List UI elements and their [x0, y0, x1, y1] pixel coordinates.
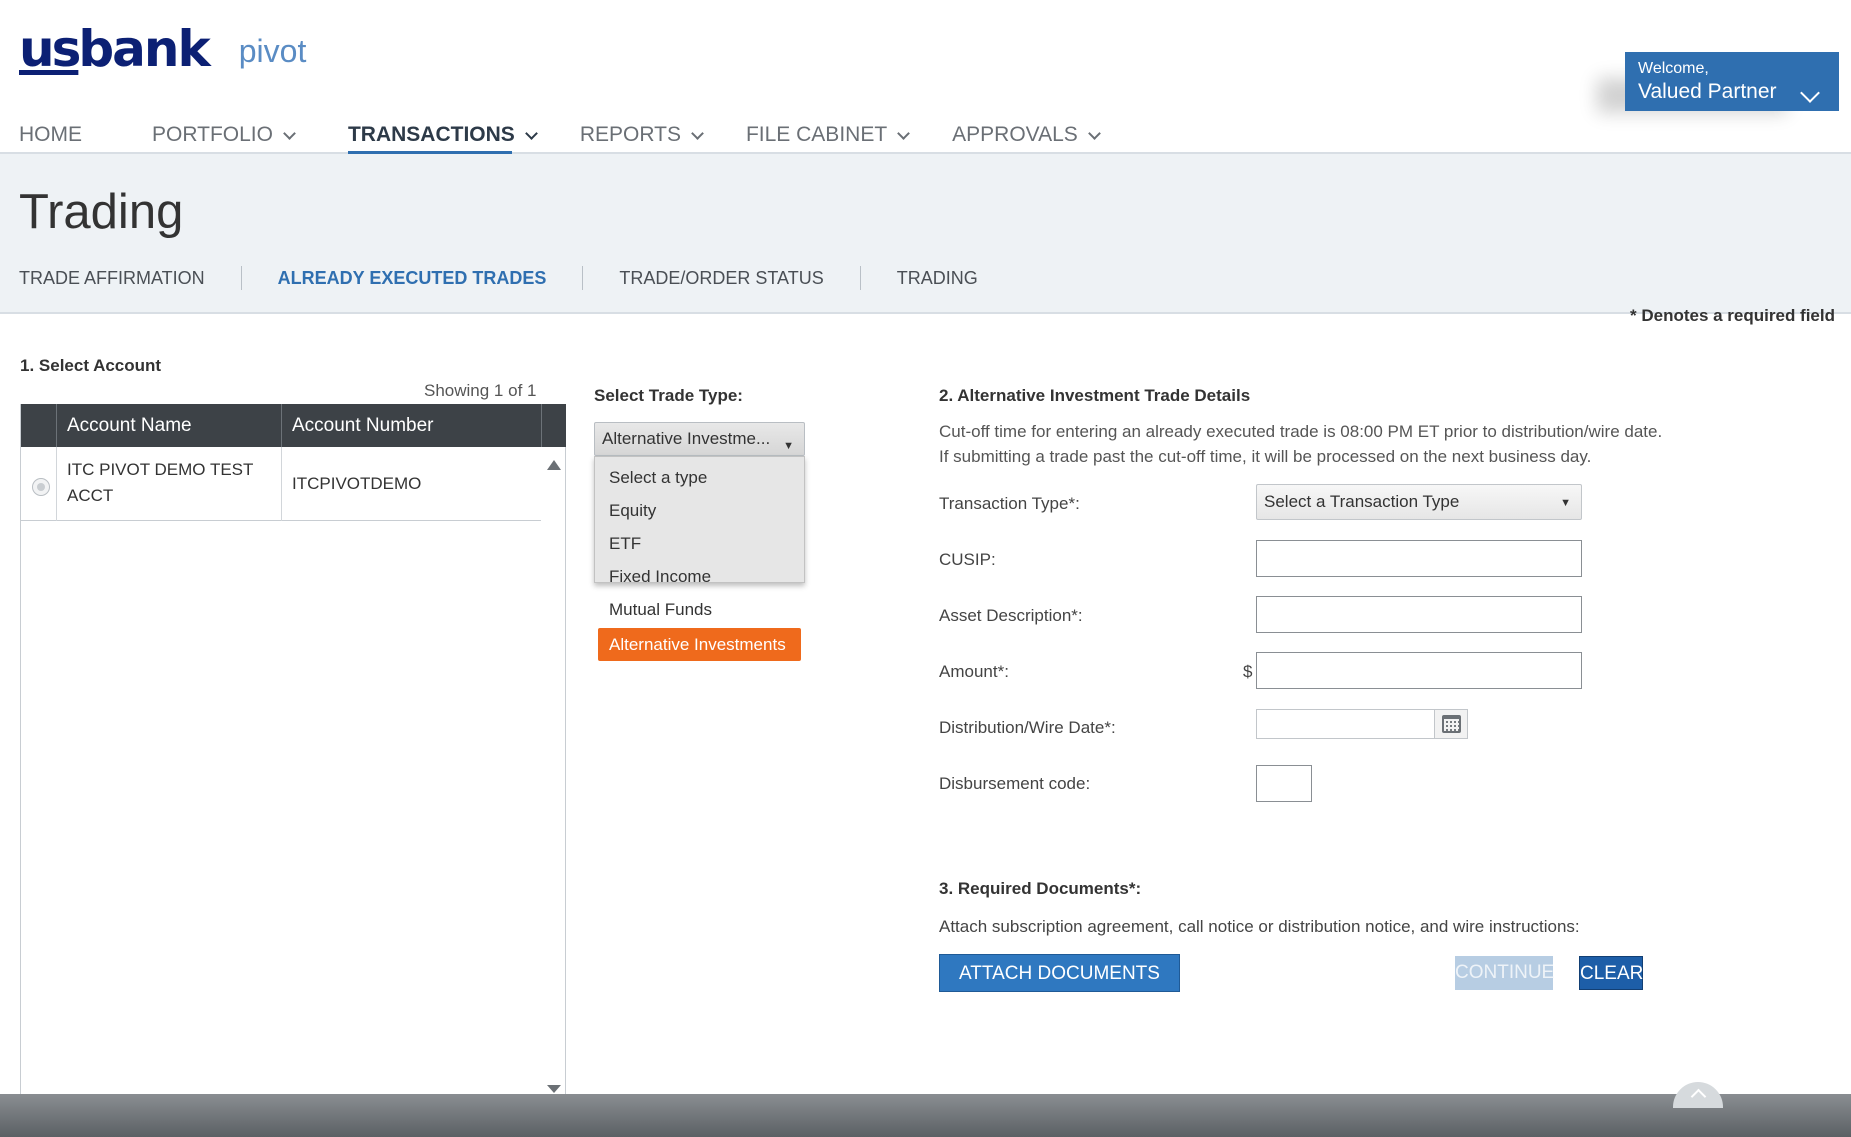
page-header: Trading TRADE AFFIRMATION ALREADY EXECUT… — [0, 154, 1851, 314]
account-name-line2: ACCT — [67, 486, 114, 505]
documents-instructions: Attach subscription agreement, call noti… — [939, 917, 1580, 936]
option-fixed-income[interactable]: Fixed Income — [598, 560, 801, 593]
transaction-type-select[interactable]: Select a Transaction Type ▼ — [1256, 484, 1582, 520]
nav-file-cabinet[interactable]: FILE CABINET — [745, 119, 911, 151]
header-spacer — [541, 404, 566, 447]
cutoff-line-2: If submitting a trade past the cut-off t… — [939, 447, 1592, 466]
account-number-cell: ITCPIVOTDEMO — [281, 447, 541, 521]
column-account-name[interactable]: Account Name — [56, 404, 281, 447]
clear-button[interactable]: CLEAR — [1579, 956, 1643, 990]
nav-approvals[interactable]: APPROVALS — [952, 119, 1101, 151]
amount-label: Amount*: — [939, 662, 1009, 681]
showing-count: Showing 1 of 1 — [424, 381, 537, 400]
calendar-icon — [1442, 715, 1461, 733]
tab-trade-affirmation[interactable]: TRADE AFFIRMATION — [19, 268, 205, 289]
tab-trading[interactable]: TRADING — [897, 268, 978, 289]
sub-nav: TRADE AFFIRMATION ALREADY EXECUTED TRADE… — [19, 266, 978, 290]
option-alternative-investments[interactable]: Alternative Investments — [598, 628, 801, 661]
option-equity[interactable]: Equity — [598, 494, 801, 527]
trade-type-label: Select Trade Type: — [594, 386, 743, 405]
chevron-down-icon — [1087, 126, 1101, 140]
product-name: pivot — [238, 33, 307, 69]
chevron-down-icon — [897, 126, 911, 140]
nav-portfolio[interactable]: PORTFOLIO — [152, 119, 296, 151]
main-content: 1. Select Account Showing 1 of 1 Account… — [0, 306, 1851, 1094]
user-menu[interactable]: Welcome, Valued Partner — [1625, 52, 1839, 111]
account-table: Account Name Account Number ITC PIVOT DE… — [20, 404, 566, 1094]
table-row[interactable]: ITC PIVOT DEMO TEST ACCT ITCPIVOTDEMO — [21, 447, 541, 521]
nav-portfolio-label: PORTFOLIO — [152, 123, 273, 146]
asset-description-input[interactable] — [1256, 596, 1582, 633]
top-header: us bank pivot Welcome, Valued Partner HOM… — [0, 0, 1851, 155]
scroll-up-arrow-icon[interactable] — [547, 460, 561, 470]
cusip-label: CUSIP: — [939, 550, 996, 569]
distribution-date-input[interactable] — [1256, 709, 1435, 739]
cutoff-notice: Cut-off time for entering an already exe… — [939, 419, 1662, 469]
nav-transactions-label: TRANSACTIONS — [347, 123, 515, 146]
account-radio[interactable] — [32, 478, 50, 496]
continue-button[interactable]: CONTINUE — [1455, 956, 1554, 990]
option-select-a-type[interactable]: Select a type — [598, 461, 801, 494]
cusip-input[interactable] — [1256, 540, 1582, 577]
account-table-header: Account Name Account Number — [21, 404, 566, 447]
chevron-down-icon — [283, 126, 296, 140]
page-title: Trading — [19, 185, 184, 239]
transaction-type-value: Select a Transaction Type — [1264, 492, 1460, 511]
details-heading: 2. Alternative Investment Trade Details — [939, 386, 1251, 405]
disbursement-code-label: Disbursement code: — [939, 774, 1091, 793]
amount-input[interactable] — [1256, 652, 1582, 689]
tab-already-executed-trades[interactable]: ALREADY EXECUTED TRADES — [278, 268, 547, 289]
divider — [582, 266, 584, 290]
footer-bar — [0, 1082, 1851, 1137]
option-etf[interactable]: ETF — [598, 527, 801, 560]
disbursement-code-input[interactable] — [1256, 765, 1312, 802]
main-nav: HOME PORTFOLIO TRANSACTIONS REPORTS FILE… — [19, 119, 1153, 155]
transaction-type-label: Transaction Type*: — [939, 494, 1080, 513]
chevron-down-icon — [691, 126, 704, 140]
select-account-heading: 1. Select Account — [20, 356, 162, 375]
distribution-date-label: Distribution/Wire Date*: — [939, 718, 1116, 737]
usbank-logo[interactable]: us bank pivot — [19, 24, 306, 74]
required-note-text: * Denotes a required field — [1630, 306, 1835, 325]
cutoff-line-1: Cut-off time for entering an already exe… — [939, 422, 1663, 441]
trade-type-options: Select a type Equity ETF Fixed Income Mu… — [594, 456, 805, 619]
account-name-cell: ITC PIVOT DEMO TEST ACCT — [56, 447, 281, 521]
trade-type-selected: Alternative Investme... — [602, 429, 771, 448]
trade-type-select[interactable]: Alternative Investme... ▼ — [594, 422, 805, 456]
divider — [240, 266, 242, 290]
currency-symbol: $ — [1243, 662, 1253, 681]
column-account-number[interactable]: Account Number — [281, 404, 561, 447]
nav-reports-label: REPORTS — [579, 123, 681, 146]
welcome-greeting: Welcome, — [1638, 60, 1709, 77]
nav-home-label: HOME — [19, 123, 82, 146]
nav-approvals-label: APPROVALS — [952, 123, 1078, 146]
account-name-line1: ITC PIVOT DEMO TEST — [67, 460, 254, 479]
chevron-down-icon — [524, 126, 538, 140]
tab-trade-order-status[interactable]: TRADE/ORDER STATUS — [619, 268, 823, 289]
option-mutual-funds[interactable]: Mutual Funds — [598, 593, 801, 626]
logo-us: us — [19, 20, 81, 78]
nav-home[interactable]: HOME — [19, 119, 82, 151]
dropdown-arrow-icon: ▼ — [1560, 497, 1571, 509]
asset-description-label: Asset Description*: — [939, 606, 1083, 625]
attach-documents-button[interactable]: ATTACH DOCUMENTS — [939, 954, 1180, 992]
nav-file-cabinet-label: FILE CABINET — [745, 123, 888, 146]
scroll-down-arrow-icon[interactable] — [547, 1085, 561, 1093]
logo-bank: bank — [78, 20, 210, 78]
calendar-button[interactable] — [1434, 709, 1468, 739]
nav-transactions[interactable]: TRANSACTIONS — [347, 119, 538, 155]
required-field-note: * Denotes a required field — [1630, 306, 1835, 326]
divider — [859, 266, 861, 290]
nav-reports[interactable]: REPORTS — [579, 119, 704, 151]
documents-heading: 3. Required Documents*: — [939, 879, 1142, 898]
